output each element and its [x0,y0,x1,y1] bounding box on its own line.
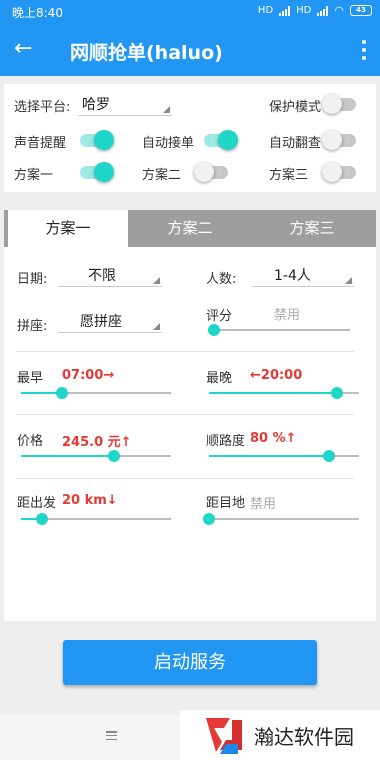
plan1-switch[interactable] [78,162,114,182]
dest-distance-label: 距目地 [206,496,246,511]
status-time: 晚上8:40 [12,6,63,20]
network-type-1: HD [257,5,274,16]
date-value: 不限 [88,268,116,284]
dropdown-arrow-icon [153,277,160,284]
carpool-label: 拼座: [17,319,48,334]
auto-accept-switch[interactable] [202,130,238,150]
divider [16,478,354,479]
depart-distance-label: 距出发 [17,496,57,511]
rating-slider[interactable] [208,323,350,337]
start-service-button[interactable]: 启动服务 [63,640,317,685]
sound-alert-label: 声音提醒 [14,136,67,151]
sound-alert-switch[interactable] [78,130,114,150]
earliest-value: 07:00→ [62,368,115,383]
people-label: 人数: [206,272,237,287]
platform-value: 哈罗 [82,97,110,113]
battery-icon: 43 [350,5,372,16]
people-value: 1-4人 [274,268,311,284]
latest-slider[interactable] [209,386,359,400]
protect-mode-label: 保护模式 [269,100,322,115]
tab-plan3[interactable]: 方案三 [252,210,372,247]
depart-distance-slider[interactable] [21,512,171,526]
dropdown-arrow-icon [163,106,170,113]
latest-value: ←20:00 [250,368,303,383]
plan2-label: 方案二 [142,168,182,183]
tab-plan1[interactable]: 方案一 [8,210,128,247]
menu-icon[interactable] [106,731,117,740]
settings-card: 选择平台: 哈罗 保护模式 声音提醒 自动接单 自动翻查 方案一 方案二 方案三 [4,84,376,192]
watermark-logo-icon [206,718,242,754]
carpool-select[interactable]: 愿拼座 [58,307,162,333]
plan3-switch[interactable] [322,162,358,182]
price-slider[interactable] [21,449,171,463]
people-select[interactable]: 1-4人 [252,261,354,287]
dest-distance-value: 禁用 [250,497,277,512]
battery-level: 43 [356,6,366,14]
watermark: 瀚达软件园 [180,710,380,760]
plan3-label: 方案三 [269,168,309,183]
earliest-label: 最早 [17,371,44,386]
signal-icon-1 [279,5,291,16]
route-match-label: 顺路度 [206,434,246,449]
price-value: 245.0 元↑ [62,435,132,450]
date-select[interactable]: 不限 [58,261,162,287]
back-arrow-icon[interactable]: ← [14,36,32,62]
plan-detail-card: 日期: 不限 人数: 1-4人 拼座: 愿拼座 评分 禁用 最早 07:00→ … [4,247,376,621]
auto-accept-label: 自动接单 [142,136,195,151]
divider [16,351,354,352]
platform-label: 选择平台: [14,100,71,115]
wifi-icon: ◠ [334,4,344,17]
app-bar: ← 网顺抢单(haluo) [0,24,380,76]
status-icons: HD HD ◠ 43 [258,4,372,17]
rating-label: 评分 [206,309,233,324]
latest-label: 最晚 [206,371,233,386]
network-type-2: HD [296,5,312,16]
more-options-icon[interactable] [362,40,366,60]
watermark-text: 瀚达软件园 [254,725,354,749]
auto-flip-switch[interactable] [322,130,358,150]
date-label: 日期: [17,272,48,287]
status-bar: 晚上8:40 HD HD ◠ 43 [0,0,380,24]
plan-tabs: 方案一 方案二 方案三 [4,210,376,247]
platform-select[interactable]: 哈罗 [78,90,172,116]
route-match-value: 80 %↑ [250,431,297,446]
dropdown-arrow-icon [345,277,352,284]
dest-distance-slider[interactable] [203,512,359,526]
divider [16,414,354,415]
route-match-slider[interactable] [209,449,359,463]
earliest-slider[interactable] [21,386,171,400]
rating-value: 禁用 [274,308,301,323]
plan1-label: 方案一 [14,168,54,183]
tab-plan2[interactable]: 方案二 [130,210,250,247]
depart-distance-value: 20 km↓ [62,493,118,508]
auto-flip-label: 自动翻查 [269,136,322,151]
signal-icon-2 [317,5,329,16]
price-label: 价格 [17,434,44,449]
dropdown-arrow-icon [153,323,160,330]
protect-mode-switch[interactable] [322,94,358,114]
page-title: 网顺抢单(haluo) [70,42,223,64]
carpool-value: 愿拼座 [80,314,122,330]
plan2-switch[interactable] [194,162,230,182]
